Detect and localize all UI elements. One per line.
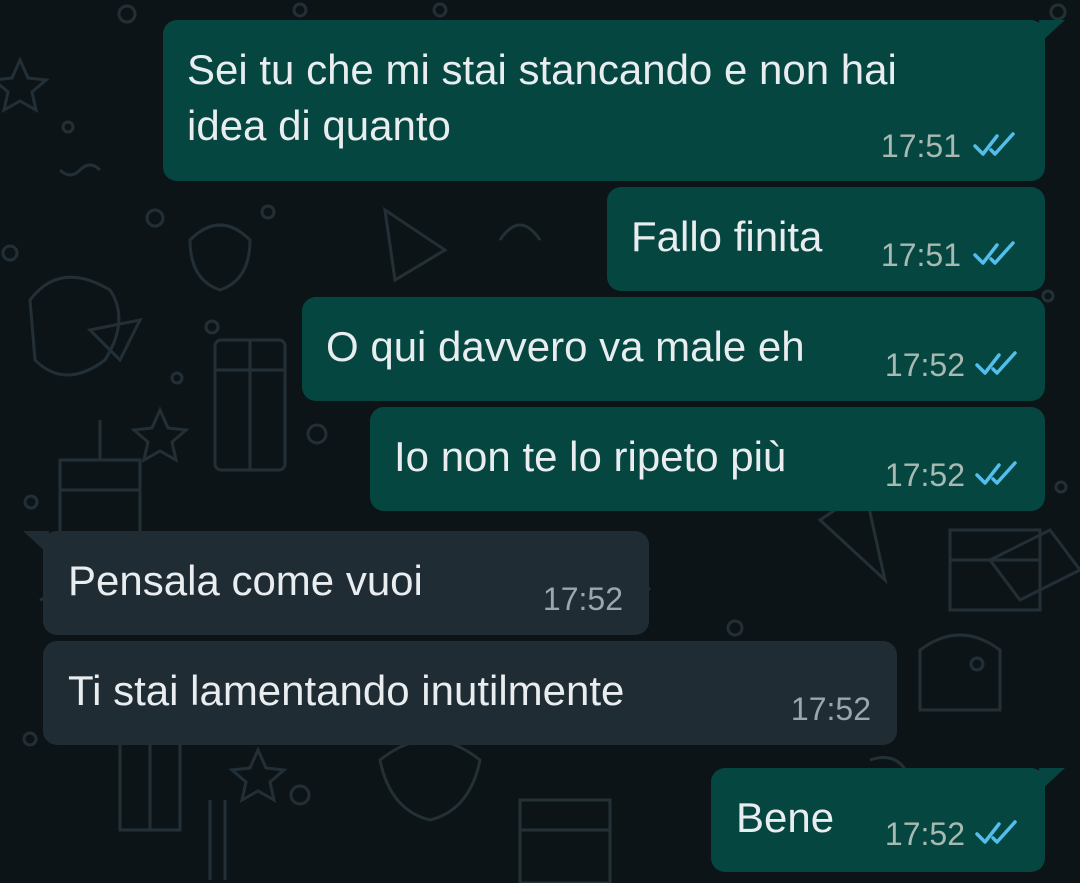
message-outgoing[interactable]: Sei tu che mi stai stancando e non hai i… [163,20,1065,181]
bubble-tail [23,531,49,553]
message-time: 17:52 [790,691,871,727]
double-check-icon [975,461,1017,485]
double-check-icon [975,820,1017,844]
message-time: 17:52 [542,581,623,617]
message-text: O qui davvero va male eh [326,323,805,370]
message-incoming[interactable]: Pensala come vuoi 17:52 [23,531,649,635]
message-incoming[interactable]: Ti stai lamentando inutilmente 17:52 [43,641,897,745]
message-time: 17:51 [880,128,961,164]
message-outgoing[interactable]: Bene 17:52 [711,768,1065,872]
message-time: 17:52 [884,347,965,383]
bubble-tail [1039,20,1065,42]
double-check-icon [973,132,1015,156]
message-text: Fallo finita [631,213,823,260]
bubble-tail [1039,768,1065,790]
double-check-icon [975,351,1017,375]
message-time: 17:52 [884,816,965,852]
message-text: Ti stai lamentando inutilmente [68,667,625,714]
message-time: 17:52 [884,457,965,493]
message-text: idea di quanto [187,102,451,149]
message-outgoing[interactable]: Fallo finita 17:51 [607,187,1045,291]
message-outgoing[interactable]: Io non te lo ripeto più 17:52 [370,407,1045,511]
message-text: Pensala come vuoi [68,557,423,604]
message-outgoing[interactable]: O qui davvero va male eh 17:52 [302,297,1045,401]
message-text: Bene [736,794,835,841]
double-check-icon [973,241,1015,265]
message-time: 17:51 [880,237,961,273]
message-text: Sei tu che mi stai stancando e non hai [187,46,897,93]
message-text: Io non te lo ripeto più [394,433,787,480]
